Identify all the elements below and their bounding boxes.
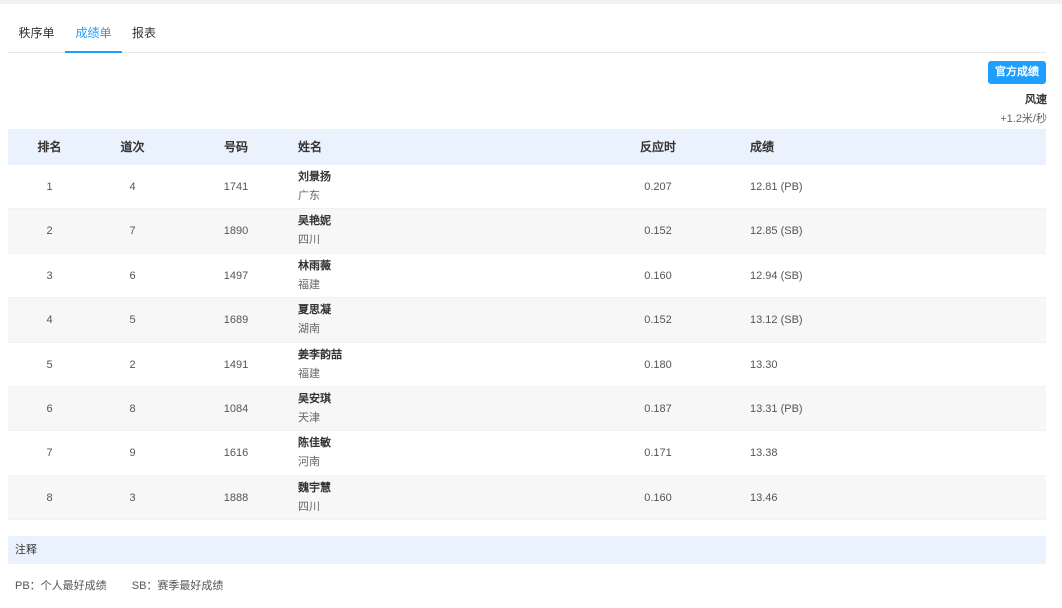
table-row: 6 8 1084 0.187 13.31 (PB) 吴安琪天津 bbox=[8, 386, 1046, 432]
cell-bib: 1689 bbox=[223, 314, 249, 327]
cell-bib: 1497 bbox=[223, 269, 249, 282]
tab-start-list[interactable]: 秩序单 bbox=[8, 14, 65, 53]
cell-rank: 2 bbox=[46, 225, 53, 238]
cell-athlete: 吴艳妮 四川 bbox=[298, 214, 331, 247]
notes-header: 注释 bbox=[8, 536, 1046, 564]
cell-result: 12.94 (SB) bbox=[750, 269, 803, 282]
cell-athlete: 夏思凝 湖南 bbox=[298, 303, 331, 336]
table-row: 5 2 1491 0.180 13.30 姜李韵喆福建 bbox=[8, 343, 1046, 387]
cell-lane: 2 bbox=[129, 358, 136, 371]
results-table: 排名 道次 号码 姓名 反应时 成绩 1 4 1741 0.207 12.81 (PB)… bbox=[8, 129, 1046, 521]
cell-athlete: 姜李韵喆 福建 bbox=[298, 348, 342, 381]
athlete-name: 陈佳敏 bbox=[298, 437, 331, 450]
athlete-name: 夏思凝 bbox=[298, 304, 331, 317]
cell-lane: 9 bbox=[129, 447, 136, 460]
cell-rank: 6 bbox=[46, 402, 53, 415]
cell-athlete: 林雨薇 福建 bbox=[298, 259, 331, 292]
tab-results[interactable]: 成绩单 bbox=[65, 14, 122, 53]
notes-legend: PB：个人最好成绩 SB：赛季最好成绩 bbox=[15, 577, 245, 593]
cell-reaction: 0.160 bbox=[644, 269, 672, 282]
header-bib: 号码 bbox=[223, 140, 248, 154]
cell-bib: 1888 bbox=[223, 491, 249, 504]
athlete-name: 吴安琪 bbox=[298, 392, 331, 405]
cell-athlete: 陈佳敏 河南 bbox=[298, 436, 331, 469]
table-row: 2 7 1890 0.152 12.85 (SB) 吴艳妮四川 bbox=[8, 209, 1046, 254]
tab-report[interactable]: 报表 bbox=[122, 14, 166, 53]
cell-athlete: 魏宇慧 四川 bbox=[298, 481, 331, 514]
cell-result: 13.31 (PB) bbox=[750, 402, 803, 415]
table-row: 4 5 1689 0.152 13.12 (SB) 夏思凝湖南 bbox=[8, 298, 1046, 343]
header-lane: 道次 bbox=[120, 140, 145, 154]
header-name: 姓名 bbox=[298, 140, 323, 154]
top-strip bbox=[0, 0, 1062, 4]
cell-athlete: 刘景扬 广东 bbox=[298, 170, 331, 203]
athlete-name: 姜李韵喆 bbox=[298, 348, 342, 361]
header-result: 成绩 bbox=[750, 140, 775, 154]
cell-result: 13.12 (SB) bbox=[750, 314, 803, 327]
table-row: 1 4 1741 0.207 12.81 (PB) 刘景扬广东 bbox=[8, 165, 1046, 210]
cell-lane: 8 bbox=[129, 402, 136, 415]
table-row: 7 9 1616 0.171 13.38 陈佳敏河南 bbox=[8, 431, 1046, 476]
cell-rank: 7 bbox=[46, 447, 53, 460]
cell-reaction: 0.160 bbox=[644, 491, 672, 504]
cell-bib: 1741 bbox=[223, 181, 249, 193]
cell-bib: 1890 bbox=[223, 225, 249, 238]
athlete-province: 四川 bbox=[298, 500, 320, 513]
header-rank: 排名 bbox=[37, 140, 62, 154]
cell-rank: 1 bbox=[46, 181, 53, 193]
cell-reaction: 0.152 bbox=[644, 225, 672, 238]
athlete-province: 河南 bbox=[298, 456, 320, 469]
athlete-province: 天津 bbox=[298, 411, 320, 424]
cell-lane: 3 bbox=[129, 491, 136, 504]
cell-rank: 5 bbox=[46, 358, 53, 371]
cell-lane: 4 bbox=[129, 181, 136, 193]
athlete-province: 福建 bbox=[298, 278, 320, 291]
cell-reaction: 0.180 bbox=[644, 358, 672, 371]
athlete-name: 吴艳妮 bbox=[298, 215, 331, 228]
cell-rank: 3 bbox=[46, 269, 53, 282]
legend-sb: SB：赛季最好成绩 bbox=[131, 580, 224, 592]
cell-lane: 7 bbox=[129, 225, 136, 238]
cell-rank: 4 bbox=[46, 314, 53, 327]
cell-result: 13.30 bbox=[750, 358, 778, 371]
table-body: 1 4 1741 0.207 12.81 (PB) 刘景扬广东 2 7 1890 0.152 12.… bbox=[8, 165, 1046, 521]
cell-bib: 1491 bbox=[223, 358, 249, 371]
legend-pb: PB：个人最好成绩 bbox=[15, 580, 107, 592]
wind-label: 风速 bbox=[1025, 94, 1047, 106]
wind-value: +1.2米/秒 bbox=[1000, 113, 1047, 125]
tab-bar: 秩序单 成绩单 报表 bbox=[8, 14, 1046, 53]
athlete-name: 魏宇慧 bbox=[298, 481, 331, 494]
table-row: 3 6 1497 0.160 12.94 (SB) 林雨薇福建 bbox=[8, 254, 1046, 299]
cell-bib: 1616 bbox=[223, 447, 249, 460]
athlete-province: 福建 bbox=[298, 367, 320, 380]
cell-lane: 6 bbox=[129, 269, 136, 282]
cell-reaction: 0.152 bbox=[644, 314, 672, 327]
athlete-name: 林雨薇 bbox=[298, 259, 331, 272]
cell-lane: 5 bbox=[129, 314, 136, 327]
cell-reaction: 0.171 bbox=[644, 447, 672, 460]
cell-result: 13.38 bbox=[750, 447, 778, 460]
cell-result: 12.85 (SB) bbox=[750, 225, 803, 238]
cell-result: 13.46 bbox=[750, 491, 778, 504]
official-results-button[interactable]: 官方成绩 bbox=[988, 61, 1046, 84]
athlete-province: 广东 bbox=[298, 190, 320, 202]
header-reaction: 反应时 bbox=[639, 140, 676, 154]
cell-athlete: 吴安琪 天津 bbox=[298, 392, 331, 425]
cell-bib: 1084 bbox=[223, 402, 249, 415]
cell-reaction: 0.207 bbox=[644, 181, 672, 193]
table-header: 排名 道次 号码 姓名 反应时 成绩 bbox=[8, 129, 1046, 165]
cell-rank: 8 bbox=[46, 491, 53, 504]
table-row: 8 3 1888 0.160 13.46 魏宇慧四川 bbox=[8, 475, 1046, 521]
athlete-province: 湖南 bbox=[298, 323, 320, 336]
cell-result: 12.81 (PB) bbox=[750, 181, 803, 193]
athlete-name: 刘景扬 bbox=[298, 171, 331, 183]
cell-reaction: 0.187 bbox=[644, 402, 672, 415]
athlete-province: 四川 bbox=[298, 234, 320, 247]
